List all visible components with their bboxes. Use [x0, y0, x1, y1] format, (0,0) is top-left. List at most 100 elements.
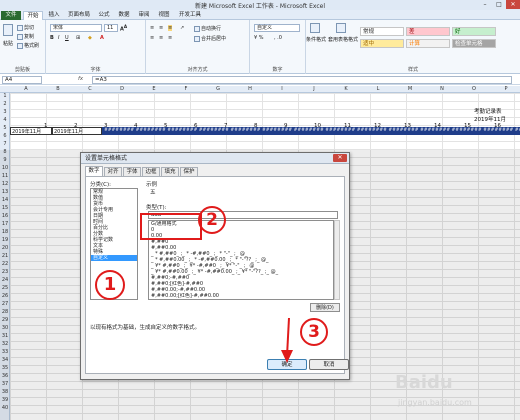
- type-list-scrollbar[interactable]: [334, 220, 340, 300]
- tab-data[interactable]: 数据: [116, 11, 132, 20]
- bold-button[interactable]: B: [50, 35, 54, 41]
- italic-button[interactable]: I: [58, 35, 59, 41]
- column-header-a[interactable]: A: [10, 86, 42, 93]
- column-header-p[interactable]: P: [490, 86, 520, 93]
- border-icon[interactable]: ⊞: [76, 35, 80, 41]
- wrap-text-button[interactable]: 自动换行: [194, 25, 221, 32]
- overflow-cells[interactable]: ######## ######## ######## ######## ####…: [104, 127, 520, 135]
- watermark: Baidu: [395, 372, 453, 393]
- column-header-c[interactable]: C: [74, 86, 106, 93]
- column-header-e[interactable]: E: [138, 86, 170, 93]
- align-center-icon[interactable]: ≡: [159, 35, 163, 41]
- merge-center-button[interactable]: 合并后居中: [194, 35, 226, 42]
- font-name-select[interactable]: 宋体: [50, 24, 102, 32]
- dialog-tab-border[interactable]: 边框: [142, 167, 160, 176]
- orientation-icon[interactable]: ↗: [180, 25, 184, 31]
- underline-button[interactable]: U: [65, 35, 69, 41]
- copy-button[interactable]: 复制: [17, 33, 34, 40]
- dialog-tab-fill[interactable]: 填充: [161, 167, 179, 176]
- title-bar: 新建 Microsoft Excel 工作表 - Microsoft Excel…: [0, 0, 520, 10]
- tab-developer[interactable]: 开发工具: [178, 11, 202, 20]
- cancel-button[interactable]: 取消: [309, 359, 349, 370]
- ribbon-tabs: 文件 开始 插入 页面布局 公式 数据 审阅 视图 开发工具: [0, 10, 520, 20]
- style-bad[interactable]: 差: [406, 27, 450, 36]
- cell-month[interactable]: 2019年11月: [474, 115, 506, 123]
- fx-icon[interactable]: fx: [78, 76, 83, 82]
- column-header-d[interactable]: D: [106, 86, 138, 93]
- cell-a3[interactable]: 2019年11月: [10, 127, 52, 135]
- font-color-icon[interactable]: A: [100, 35, 104, 41]
- dialog-tab-font[interactable]: 字体: [123, 167, 141, 176]
- format-painter-button[interactable]: 格式刷: [17, 42, 39, 49]
- dialog-tab-number[interactable]: 数字: [85, 166, 103, 176]
- table-format-button[interactable]: [336, 23, 347, 33]
- paste-button[interactable]: [3, 24, 14, 36]
- annotation-rect: [140, 213, 202, 240]
- category-item[interactable]: 自定义: [91, 255, 137, 261]
- column-header-k[interactable]: K: [330, 86, 362, 93]
- tab-file[interactable]: 文件: [1, 11, 21, 20]
- tab-review[interactable]: 审阅: [136, 11, 152, 20]
- row-header-2[interactable]: 2: [0, 101, 10, 107]
- column-header-o[interactable]: O: [458, 86, 490, 93]
- column-header-i[interactable]: I: [266, 86, 298, 93]
- column-header-l[interactable]: L: [362, 86, 394, 93]
- tab-page-layout[interactable]: 页面布局: [66, 11, 92, 20]
- dialog-tab-alignment[interactable]: 对齐: [104, 167, 122, 176]
- conditional-format-button[interactable]: [310, 23, 321, 33]
- clipboard-label: 剪贴板: [14, 67, 30, 73]
- cut-button[interactable]: 剪切: [17, 24, 34, 31]
- font-size-select[interactable]: 11: [104, 24, 118, 32]
- column-header-n[interactable]: N: [426, 86, 458, 93]
- ribbon: 粘贴 剪切 复制 格式刷 剪贴板 宋体 11 AA B I U ⊞ ◆ A 字体…: [0, 20, 520, 74]
- tab-insert[interactable]: 插入: [46, 11, 62, 20]
- align-left-icon[interactable]: ≡: [150, 35, 154, 41]
- tab-view[interactable]: 视图: [156, 11, 172, 20]
- column-header-j[interactable]: J: [298, 86, 330, 93]
- dialog-tab-protection[interactable]: 保护: [180, 167, 198, 176]
- cell-b3[interactable]: 2019年11月: [52, 127, 102, 135]
- number-format-select[interactable]: 自定义: [254, 24, 300, 32]
- style-normal[interactable]: 常规: [360, 27, 404, 36]
- column-header-g[interactable]: G: [202, 86, 234, 93]
- paste-label: 粘贴: [3, 41, 14, 47]
- align-top-icon[interactable]: ≡: [150, 25, 154, 31]
- grow-font-button[interactable]: AA: [120, 24, 127, 33]
- type-label: 类型(T):: [146, 205, 167, 211]
- column-header-h[interactable]: H: [234, 86, 266, 93]
- name-box[interactable]: A4: [2, 76, 42, 84]
- align-right-icon[interactable]: ≡: [168, 35, 172, 41]
- row-header-4[interactable]: 4: [0, 117, 10, 123]
- row-header-5[interactable]: 5: [0, 125, 10, 131]
- column-header-b[interactable]: B: [42, 86, 74, 93]
- sample-label: 示例: [146, 182, 158, 188]
- currency-icon[interactable]: ¥ %: [254, 35, 264, 41]
- dialog-close-icon[interactable]: ✕: [333, 154, 347, 162]
- close-icon[interactable]: ✕: [506, 0, 520, 9]
- style-good[interactable]: 好: [452, 27, 496, 36]
- style-neutral[interactable]: 适中: [360, 39, 404, 48]
- category-label: 分类(C):: [90, 182, 111, 188]
- type-list-item[interactable]: #,##0.00;[红色]-#,##0.00: [149, 293, 333, 299]
- formula-input[interactable]: =A3: [92, 76, 512, 84]
- cell-title[interactable]: 考勤记录表: [474, 107, 502, 115]
- delete-button[interactable]: 删除(D): [310, 303, 340, 312]
- sample-value: 五: [150, 190, 156, 196]
- row-header-3[interactable]: 3: [0, 109, 10, 115]
- row-header-7[interactable]: 7: [0, 141, 10, 147]
- tab-home[interactable]: 开始: [23, 11, 43, 20]
- row-header-6[interactable]: 6: [0, 133, 10, 139]
- align-middle-icon[interactable]: ≡: [159, 25, 163, 31]
- fill-color-icon[interactable]: ◆: [88, 35, 92, 41]
- maximize-icon[interactable]: □: [492, 0, 506, 9]
- row-header-1[interactable]: 1: [0, 93, 10, 99]
- column-header-m[interactable]: M: [394, 86, 426, 93]
- style-calc[interactable]: 计算: [406, 39, 450, 48]
- formula-bar: A4 fx =A3: [0, 75, 520, 85]
- comma-style-icon[interactable]: , .0: [274, 35, 282, 41]
- column-header-f[interactable]: F: [170, 86, 202, 93]
- style-check[interactable]: 检查单元格: [452, 39, 496, 48]
- tab-formulas[interactable]: 公式: [96, 11, 112, 20]
- align-bottom-icon[interactable]: ≡: [168, 25, 173, 31]
- minimize-icon[interactable]: –: [478, 0, 492, 9]
